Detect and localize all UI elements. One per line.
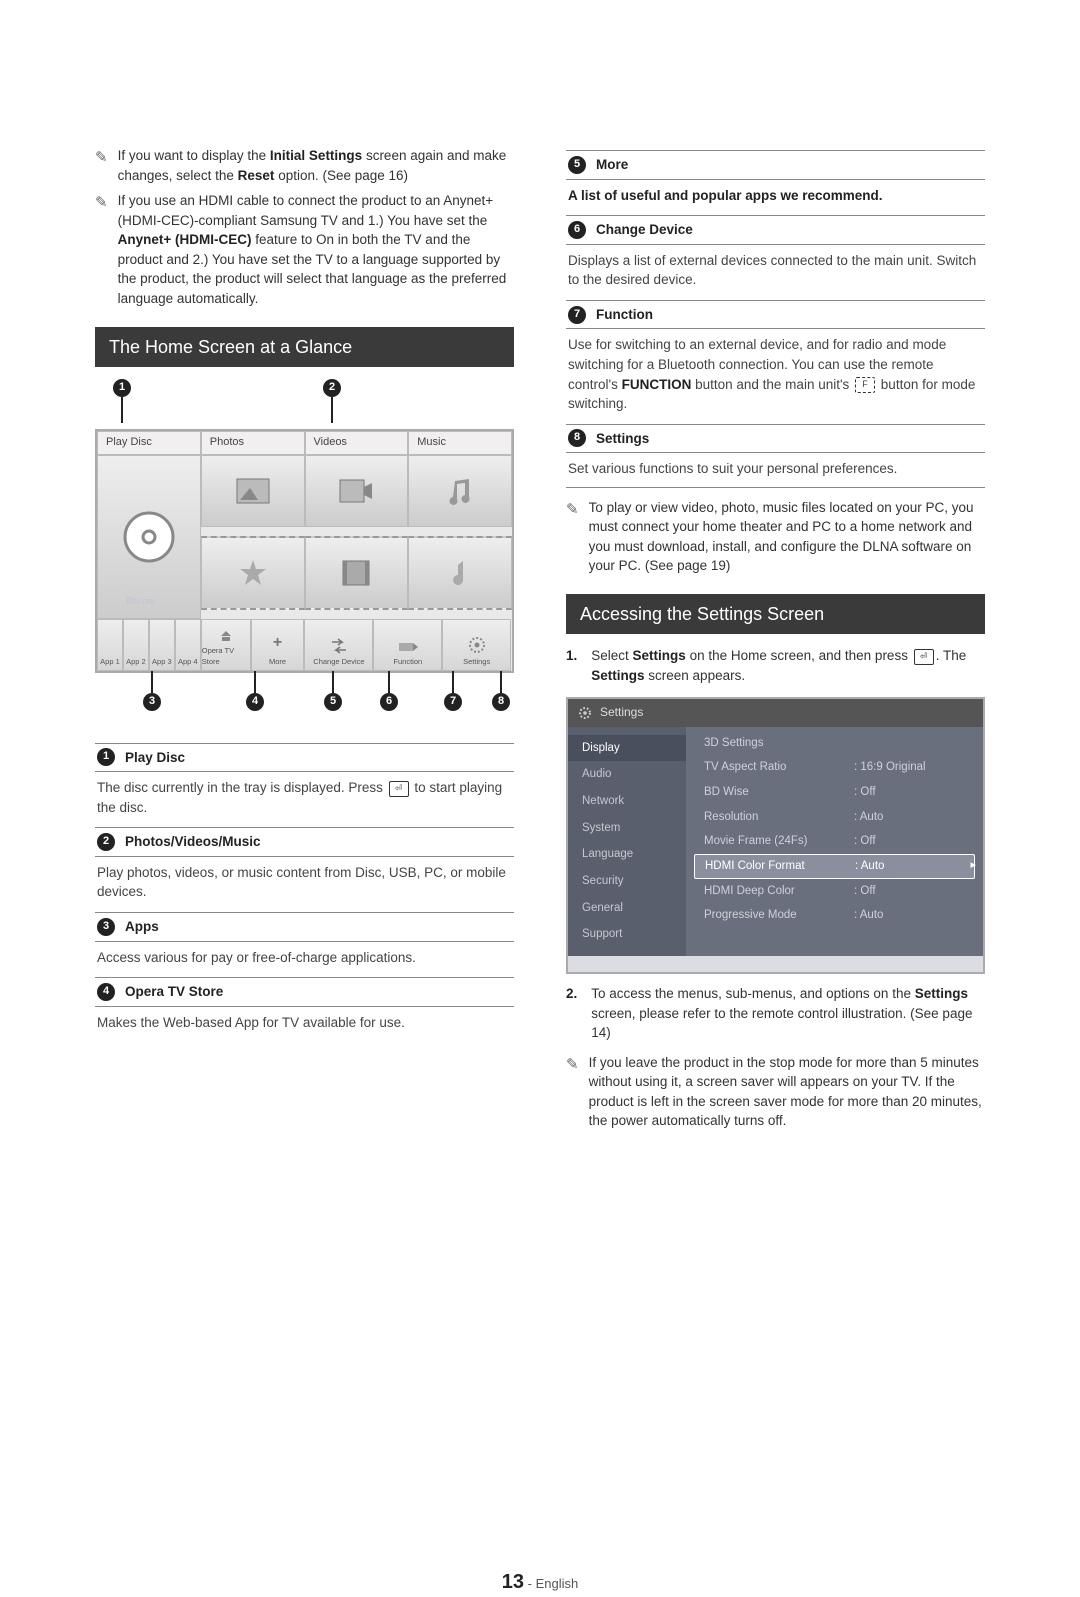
panel-play-disc: Blu-ray xyxy=(97,455,201,619)
diagram-top-callouts: 1 2 xyxy=(113,379,514,423)
note-anynet: ✎ If you use an HDMI cable to connect th… xyxy=(95,191,514,308)
settings-row: Movie Frame (24Fs)Off xyxy=(686,829,983,854)
note-bullet-icon: ✎ xyxy=(566,499,579,576)
callout-8: 8 xyxy=(492,693,510,711)
videos-icon xyxy=(339,479,373,503)
right-column: 5More A list of useful and popular apps … xyxy=(566,140,985,1462)
item-1-header: 1Play Disc xyxy=(95,743,514,773)
item-1-body: The disc currently in the tray is displa… xyxy=(97,778,512,817)
change-device-icon xyxy=(330,638,348,654)
app-tile-1: App 1 xyxy=(97,619,123,671)
tile-videos xyxy=(305,455,409,527)
note-bullet-icon: ✎ xyxy=(95,147,108,185)
photos-icon xyxy=(236,478,270,504)
note-icon xyxy=(449,559,471,587)
settings-row: ResolutionAuto xyxy=(686,805,983,830)
note-bullet-icon: ✎ xyxy=(566,1054,579,1131)
item-8-body: Set various functions to suit your perso… xyxy=(568,459,983,479)
nav-support: Support xyxy=(568,921,686,948)
item-6-header: 6Change Device xyxy=(566,215,985,245)
step-2: 2. To access the menus, sub-menus, and o… xyxy=(566,984,985,1043)
tile-music-2 xyxy=(408,536,512,610)
tile-change-device: Change Device xyxy=(304,619,373,671)
app-tile-4: App 4 xyxy=(175,619,201,671)
tile-photos xyxy=(201,455,305,527)
left-column: ✎ If you want to display the Initial Set… xyxy=(95,140,514,1462)
page-footer: 13 - English xyxy=(0,1568,1080,1597)
enter-icon: ⏎ xyxy=(914,649,934,665)
callout-1: 1 xyxy=(113,379,131,397)
enter-icon: ⏎ xyxy=(389,781,409,797)
section-title-home-screen: The Home Screen at a Glance xyxy=(95,327,514,367)
home-screen-diagram: Play Disc Photos Videos Music Blu-ray xyxy=(95,429,514,673)
gear-icon xyxy=(578,706,592,720)
app-tile-2: App 2 xyxy=(123,619,149,671)
nav-security: Security xyxy=(568,868,686,895)
settings-nav: Display Audio Network System Language Se… xyxy=(568,727,686,956)
callout-4: 4 xyxy=(246,693,264,711)
item-7-body: Use for switching to an external device,… xyxy=(568,335,983,413)
note-initial-settings: ✎ If you want to display the Initial Set… xyxy=(95,146,514,185)
item-2-body: Play photos, videos, or music content fr… xyxy=(97,863,512,902)
tile-videos-2 xyxy=(305,536,409,610)
settings-row: HDMI Deep ColorOff xyxy=(686,879,983,904)
disc-icon xyxy=(122,510,176,564)
callout-5: 5 xyxy=(324,693,342,711)
music-icon xyxy=(447,477,473,505)
tab-photos: Photos xyxy=(201,431,305,455)
nav-display: Display xyxy=(568,735,686,762)
callout-6: 6 xyxy=(380,693,398,711)
tile-function: Function xyxy=(373,619,442,671)
settings-row: BD WiseOff xyxy=(686,780,983,805)
settings-main-list: 3D SettingsTV Aspect Ratio16:9 OriginalB… xyxy=(686,727,983,956)
nav-language: Language xyxy=(568,841,686,868)
nav-system: System xyxy=(568,815,686,842)
step-1: 1. Select Settings on the Home screen, a… xyxy=(566,646,985,685)
callout-7: 7 xyxy=(444,693,462,711)
settings-row: TV Aspect Ratio16:9 Original xyxy=(686,755,983,780)
item-4-body: Makes the Web-based App for TV available… xyxy=(97,1013,512,1033)
item-5-body: A list of useful and popular apps we rec… xyxy=(568,186,983,206)
favorite-icon xyxy=(238,558,268,588)
tab-videos: Videos xyxy=(305,431,409,455)
note-dlna: ✎ To play or view video, photo, music fi… xyxy=(566,498,985,576)
item-7-header: 7Function xyxy=(566,300,985,330)
app-tile-more: +More xyxy=(251,619,305,671)
settings-row: 3D Settings xyxy=(686,731,983,756)
tile-photos-2 xyxy=(201,536,305,610)
function-button-icon: F xyxy=(855,377,875,393)
section-title-settings: Accessing the Settings Screen xyxy=(566,594,985,634)
callout-3: 3 xyxy=(143,693,161,711)
item-3-header: 3Apps xyxy=(95,912,514,942)
tile-music xyxy=(408,455,512,527)
settings-screen-diagram: Settings Display Audio Network System La… xyxy=(566,697,985,974)
settings-row: Progressive ModeAuto xyxy=(686,903,983,928)
nav-network: Network xyxy=(568,788,686,815)
tab-music: Music xyxy=(408,431,512,455)
tab-play-disc: Play Disc xyxy=(97,431,201,455)
app-tile-3: App 3 xyxy=(149,619,175,671)
film-icon xyxy=(341,559,371,587)
callout-2: 2 xyxy=(323,379,341,397)
function-icon xyxy=(398,640,418,654)
opera-icon xyxy=(219,629,233,643)
app-tile-opera: Opera TV Store xyxy=(201,619,251,671)
item-6-body: Displays a list of external devices conn… xyxy=(568,251,983,290)
item-8-header: 8Settings xyxy=(566,424,985,454)
diagram-bottom-callouts: 3 4 5 6 7 8 xyxy=(95,671,514,711)
item-2-header: 2Photos/Videos/Music xyxy=(95,827,514,857)
gear-icon xyxy=(468,636,486,654)
nav-general: General xyxy=(568,895,686,922)
nav-audio: Audio xyxy=(568,761,686,788)
tile-settings: Settings xyxy=(442,619,511,671)
settings-row: HDMI Color FormatAuto xyxy=(694,854,975,879)
note-screensaver: ✎ If you leave the product in the stop m… xyxy=(566,1053,985,1131)
item-5-header: 5More xyxy=(566,150,985,180)
note-bullet-icon: ✎ xyxy=(95,192,108,308)
item-3-body: Access various for pay or free-of-charge… xyxy=(97,948,512,968)
item-4-header: 4Opera TV Store xyxy=(95,977,514,1007)
